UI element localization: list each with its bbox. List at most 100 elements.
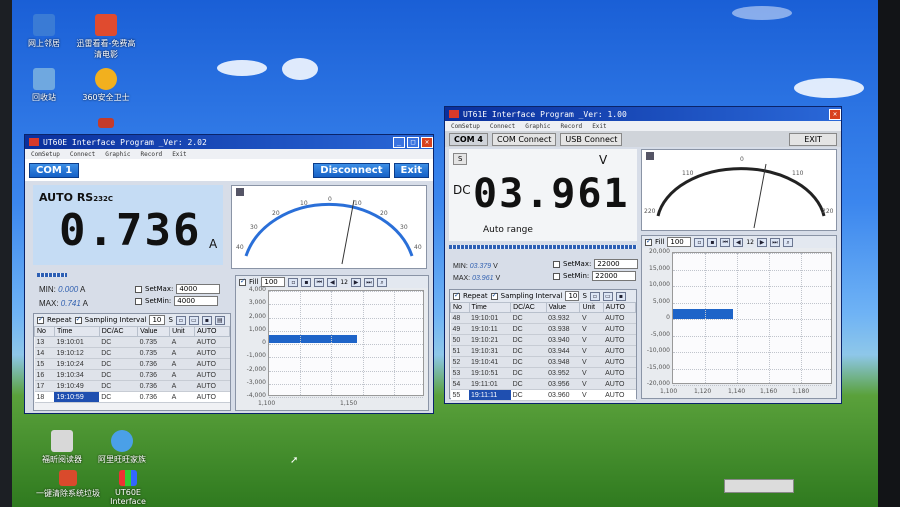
zoom-icon[interactable]: ⌕ [377,277,387,287]
fill-checkbox[interactable] [239,277,246,286]
last-page-icon[interactable]: ⏭ [364,277,374,287]
col-header-value[interactable]: Value [137,326,171,337]
first-page-icon[interactable]: ⏮ [720,237,731,247]
graph-new-icon[interactable]: ▫ [694,237,705,247]
interval-input[interactable]: 10 [149,315,166,325]
setmax-checkbox[interactable] [553,260,560,268]
first-page-icon[interactable]: ⏮ [314,277,325,287]
col-header-unit[interactable]: Unit [169,326,196,337]
table-row[interactable]: 50 19:10:21 DC 03.940 V AUTO [450,334,636,346]
menu-exit[interactable]: Exit [592,123,606,130]
col-header-unit[interactable]: Unit [579,302,604,313]
ut61e-titlebar[interactable]: UT61E Interface Program _Ver: 1.00 ✕ [445,107,841,121]
desktop-icon-network[interactable]: 网上邻居 [12,14,76,49]
table-row[interactable]: 54 19:11:01 DC 03.956 V AUTO [450,378,636,390]
table-row[interactable]: 48 19:10:01 DC 03.932 V AUTO [450,312,636,324]
graph-xtick: 1,140 [728,388,746,395]
setmin-input[interactable]: 4000 [174,296,219,306]
menu-graphic[interactable]: Graphic [525,123,550,130]
setmax-input[interactable]: 22000 [594,259,639,269]
minimize-button[interactable]: _ [393,136,405,148]
open-icon[interactable]: ▭ [602,291,613,301]
fill-checkbox[interactable] [645,237,652,246]
menu-comsetup[interactable]: ComSetup [451,123,480,130]
setmin-checkbox[interactable] [553,272,560,280]
menu-record[interactable]: Record [561,123,583,130]
close-button[interactable]: ✕ [829,108,841,120]
menu-exit[interactable]: Exit [172,151,186,158]
com-port-button[interactable]: COM 1 [29,162,80,178]
com-port-button[interactable]: COM 4 [449,132,488,146]
setmin-input[interactable]: 22000 [592,271,637,281]
col-header-no[interactable]: No [450,302,470,313]
graph-save-icon[interactable]: ▪ [707,237,718,247]
table-row[interactable]: 17 19:10:49 DC 0.736 A AUTO [34,380,230,392]
s-button[interactable]: S [453,153,468,165]
menu-record[interactable]: Record [141,151,163,158]
prev-page-icon[interactable]: ◀ [733,237,744,247]
table-row[interactable]: 18 19:10:59 DC 0.736 A AUTO [34,391,230,403]
graph-count-input[interactable]: 100 [667,237,692,247]
table-row[interactable]: 49 19:10:11 DC 03.938 V AUTO [450,323,636,335]
usb-connect-button[interactable]: USB Connect [560,132,623,146]
print-icon[interactable]: ▤ [214,315,225,325]
graph-save-icon[interactable]: ▪ [301,277,312,287]
menu-connect[interactable]: Connect [490,123,515,130]
col-header-dcac[interactable]: DC/AC [510,302,547,313]
menu-connect[interactable]: Connect [70,151,95,158]
next-page-icon[interactable]: ▶ [351,277,361,287]
exit-button[interactable]: EXIT [789,132,837,146]
table-row[interactable]: 53 19:10:51 DC 03.952 V AUTO [450,367,636,379]
desktop-icon-ut60e[interactable]: UT60E Interface [96,470,160,506]
col-header-value[interactable]: Value [545,302,581,313]
table-row[interactable]: 13 19:10:01 DC 0.735 A AUTO [34,336,230,348]
interval-checkbox[interactable] [490,291,498,300]
setmax-checkbox[interactable] [135,285,142,293]
col-header-dcac[interactable]: DC/AC [98,326,139,337]
new-icon[interactable]: ▫ [589,291,600,301]
desktop-icon-cleaner[interactable]: 一键清除系统垃圾 [36,470,100,499]
table-row[interactable]: 55 19:11:11 DC 03.960 V AUTO [450,389,636,401]
table-row[interactable]: 51 19:10:31 DC 03.944 V AUTO [450,345,636,357]
new-icon[interactable]: ▫ [175,315,186,325]
desktop-icon-360[interactable]: 360安全卫士 [74,68,138,103]
interval-input[interactable]: 10 [565,291,580,301]
repeat-checkbox[interactable] [453,291,460,300]
menu-comsetup[interactable]: ComSetup [31,151,60,158]
col-header-auto[interactable]: AUTO [602,302,637,313]
desktop-icon-recycle-bin[interactable]: 回收站 [12,68,76,103]
col-header-time[interactable]: Time [468,302,512,313]
next-page-icon[interactable]: ▶ [757,237,767,247]
interval-checkbox[interactable] [74,315,82,324]
zoom-icon[interactable]: ⌕ [783,237,793,247]
col-header-auto[interactable]: AUTO [194,326,230,337]
setmin-checkbox[interactable] [135,297,142,305]
open-icon[interactable]: ▭ [188,315,199,325]
col-header-time[interactable]: Time [53,326,100,337]
table-row[interactable]: 52 19:10:41 DC 03.948 V AUTO [450,356,636,368]
prev-page-icon[interactable]: ◀ [327,277,338,287]
last-page-icon[interactable]: ⏭ [770,237,780,247]
desktop-icon-xunlei[interactable]: 迅雷看看-免费高清电影 [74,14,138,60]
disconnect-button[interactable]: Disconnect [313,162,390,178]
grid-line [269,344,423,345]
ut60e-titlebar[interactable]: UT60E Interface Program _Ver: 2.02 _ □ ✕ [25,135,433,149]
desktop-icon-partial[interactable] [74,118,138,130]
table-row[interactable]: 16 19:10:34 DC 0.736 A AUTO [34,369,230,381]
save-icon[interactable]: ▪ [615,291,626,301]
col-header-no[interactable]: No [34,326,55,337]
maximize-button[interactable]: □ [407,136,419,148]
repeat-checkbox[interactable] [37,315,44,324]
exit-button[interactable]: Exit [393,162,429,178]
com-connect-button[interactable]: COM Connect [491,132,557,146]
desktop-icon-aliwangwang[interactable]: 阿里旺旺家族 [90,430,154,465]
table-row[interactable]: 15 19:10:24 DC 0.736 A AUTO [34,358,230,370]
setmax-input[interactable]: 4000 [176,284,221,294]
desktop-icon-foxit[interactable]: 福昕阅读器 [30,430,94,465]
graph-new-icon[interactable]: ▫ [288,277,299,287]
menu-graphic[interactable]: Graphic [105,151,130,158]
table-cell: A [169,336,195,348]
table-row[interactable]: 14 19:10:12 DC 0.735 A AUTO [34,347,230,359]
save-icon[interactable]: ▪ [201,315,212,325]
close-button[interactable]: ✕ [421,136,433,148]
